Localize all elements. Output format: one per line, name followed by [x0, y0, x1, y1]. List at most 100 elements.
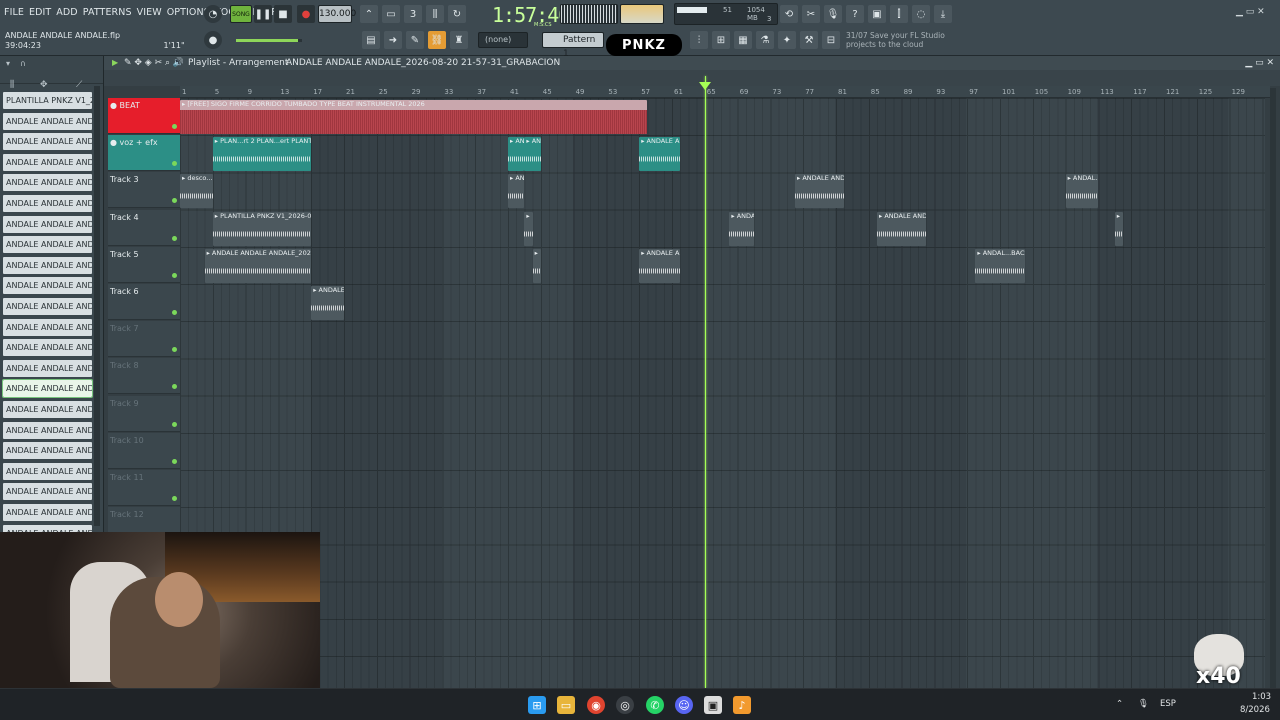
- track-mute-led[interactable]: [172, 124, 177, 129]
- snap-selector[interactable]: (none): [478, 32, 528, 48]
- audio-clip[interactable]: ▸ ANDALE ANDAL...41_GRABACION: [877, 211, 927, 246]
- playlist-grid[interactable]: ▸ [FREE] SIGO FIRME CORRIDO TUMBADO TYPE…: [180, 98, 1265, 688]
- track-header[interactable]: Track 9: [108, 395, 180, 432]
- capture-icon[interactable]: ▣: [704, 696, 722, 714]
- record-button[interactable]: ●: [297, 5, 315, 23]
- browser-item[interactable]: ANDALE ANDALE ANDALE_: [3, 359, 92, 377]
- cut-icon[interactable]: ✂: [802, 5, 820, 23]
- window-controls[interactable]: ▁ ▭ ✕: [1236, 7, 1265, 17]
- browser-item[interactable]: ANDALE ANDALE ANDALE_: [3, 339, 92, 357]
- tray-chevron-icon[interactable]: ⌃: [1116, 699, 1123, 709]
- dial-icon[interactable]: ◔: [204, 5, 222, 23]
- tempo-tapper-icon[interactable]: ✦: [778, 31, 796, 49]
- browser-view-icon[interactable]: ⫼: [10, 80, 14, 90]
- magnet-icon[interactable]: ∩: [20, 59, 26, 68]
- countdown-icon[interactable]: 3: [404, 5, 422, 23]
- browser-item[interactable]: ANDALE ANDALE ANDALE_: [3, 504, 92, 521]
- track-mute-led[interactable]: [172, 347, 177, 353]
- audio-clip[interactable]: ▸ ANDALE...ABACION: [311, 286, 344, 320]
- save-icon[interactable]: ▣: [868, 5, 886, 23]
- wait-input-icon[interactable]: ▭: [382, 5, 400, 23]
- track-mute-led[interactable]: [172, 496, 177, 501]
- browser-item[interactable]: ANDALE ANDALE ANDALE_: [3, 442, 92, 460]
- track-mute-led[interactable]: [172, 458, 177, 464]
- playlist-window-controls[interactable]: ▁ ▭ ✕: [1245, 56, 1274, 70]
- audio-clip[interactable]: ▸ PLAN...rt 2 PLAN...ert PLANTILLA PN...…: [212, 137, 312, 172]
- track-mute-led[interactable]: [172, 198, 177, 204]
- track-mute-led[interactable]: [172, 161, 177, 167]
- browser-scrollbar[interactable]: [94, 86, 100, 526]
- browser-item[interactable]: ANDALE ANDALE ANDALE_: [2, 379, 93, 399]
- browser-item[interactable]: ANDALE ANDALE ANDALE_: [3, 153, 92, 171]
- fl-studio-icon[interactable]: ♪: [733, 696, 751, 714]
- track-mute-led[interactable]: [172, 384, 177, 390]
- pencil-icon[interactable]: ✎: [406, 31, 424, 49]
- whatsapp-icon[interactable]: ✆: [646, 696, 664, 714]
- audio-clip[interactable]: ▸: [1114, 211, 1123, 246]
- playlist-overview[interactable]: [104, 70, 1280, 86]
- audio-clip[interactable]: ▸ desco...pnkz: [180, 174, 213, 209]
- track-mute-led[interactable]: [172, 310, 177, 315]
- browser-item[interactable]: PLANTILLA PNKZ V1_2026-: [3, 92, 92, 109]
- start-icon[interactable]: ⊞: [528, 696, 546, 714]
- track-header[interactable]: Track 7: [108, 321, 180, 358]
- track-header[interactable]: ● BEAT: [108, 98, 180, 134]
- browser-icon[interactable]: ▦: [734, 31, 752, 49]
- playlist-scrollbar[interactable]: [1270, 88, 1276, 688]
- menu-item-view[interactable]: VIEW: [137, 7, 162, 18]
- menu-item-patterns[interactable]: PATTERNS: [83, 7, 132, 18]
- browser-item[interactable]: ANDALE ANDALE ANDALE_: [3, 256, 92, 274]
- pattern-selector[interactable]: Pattern 1: [542, 32, 604, 59]
- audio-clip[interactable]: ▸ ANDAL...ACION: [729, 211, 754, 246]
- clock-date[interactable]: 8/2026: [1240, 705, 1270, 715]
- browser-item[interactable]: ANDALE ANDALE ANDALE_: [3, 298, 92, 315]
- browser-item[interactable]: ANDALE ANDALE ANDALE_: [3, 318, 92, 336]
- piano-icon[interactable]: ▤: [362, 31, 380, 49]
- browser-item[interactable]: ANDALE ANDALE ANDALE_: [3, 215, 92, 233]
- tempo-display[interactable]: 130.000: [318, 5, 356, 23]
- timeline-ruler[interactable]: 1 5 9 13 17 21 25 29 33 37 41 45 49 53 57 61 65 69 73 77 81 8…: [180, 86, 1270, 98]
- chrome-icon[interactable]: ◉: [587, 696, 605, 714]
- menu-item-edit[interactable]: EDIT: [29, 7, 51, 18]
- audio-clip[interactable]: ▸ ANDALE ANDALE ANDALE_2026-08-20 21-44-…: [204, 248, 312, 283]
- track-header[interactable]: Track 5: [108, 246, 180, 283]
- browser-item[interactable]: ANDALE ANDALE ANDALE_: [3, 112, 92, 130]
- browser-item[interactable]: ANDALE ANDALE ANDALE_: [3, 174, 92, 192]
- help-icon[interactable]: ?: [846, 5, 864, 23]
- playhead-marker[interactable]: [698, 82, 711, 90]
- track-header[interactable]: Track 4: [108, 209, 180, 246]
- playlist-icon[interactable]: ⫶: [690, 31, 708, 49]
- browser-item[interactable]: ANDALE ANDALE ANDALE_: [3, 195, 92, 212]
- track-mute-led[interactable]: [172, 235, 177, 241]
- stop-button[interactable]: ■: [274, 5, 292, 23]
- app-icon[interactable]: ◎: [616, 696, 634, 714]
- menu-item-file[interactable]: FILE: [4, 7, 24, 18]
- arrow-icon[interactable]: ➜: [384, 31, 402, 49]
- cart-icon[interactable]: ⊟: [822, 31, 840, 49]
- news-hint[interactable]: 31/07 Save your FL Studio projects to th…: [846, 31, 956, 49]
- track-header[interactable]: Track 8: [108, 358, 180, 395]
- track-mute-led[interactable]: [172, 272, 177, 278]
- undo-icon[interactable]: ⟲: [780, 5, 798, 23]
- pause-button[interactable]: ❚❚: [254, 5, 272, 23]
- step-edit-icon[interactable]: ⫼: [426, 5, 444, 23]
- browser-item[interactable]: ANDALE ANDALE ANDALE_: [3, 462, 92, 480]
- snap-arrow-icon[interactable]: ▶: [112, 56, 118, 70]
- audio-clip[interactable]: ▸ AN...ON: [524, 137, 541, 172]
- browser-item[interactable]: ANDALE ANDALE ANDALE_: [3, 401, 92, 418]
- audio-clip[interactable]: ▸ AN...ON: [508, 137, 525, 172]
- track-header[interactable]: Track 10: [108, 432, 180, 469]
- main-pitch-slider[interactable]: [236, 39, 302, 42]
- track-mute-led[interactable]: [172, 421, 177, 427]
- wrench-icon[interactable]: ⚒: [800, 31, 818, 49]
- master-volume-knob[interactable]: ●: [204, 31, 222, 49]
- chat-icon[interactable]: ◌: [912, 5, 930, 23]
- metronome-icon[interactable]: ⌃: [360, 5, 378, 23]
- audio-clip[interactable]: ▸ [FREE] SIGO FIRME CORRIDO TUMBADO TYPE…: [180, 100, 648, 134]
- track-header[interactable]: Track 11: [108, 470, 180, 506]
- loop-record-icon[interactable]: ↻: [448, 5, 466, 23]
- clock-time[interactable]: 1:03: [1252, 692, 1271, 702]
- discord-icon[interactable]: ☺: [675, 696, 693, 714]
- audio-clip[interactable]: ▸ PLANTILLA PNKZ V1_2026-07-07 20-30-56_…: [212, 211, 312, 246]
- browser-item[interactable]: ANDALE ANDALE ANDALE_: [3, 277, 92, 295]
